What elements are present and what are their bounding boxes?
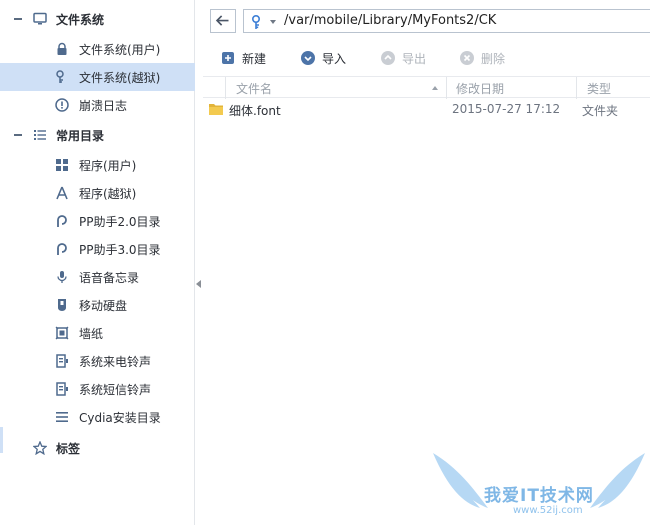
sidebar-item-wallpaper[interactable]: 墙纸: [0, 319, 195, 347]
sidebar-item-label: 墙纸: [79, 327, 104, 341]
sidebar-item-label: 崩溃日志: [79, 99, 128, 113]
file-type: 文件夹: [582, 104, 619, 118]
sidebar-item-cydia[interactable]: Cydia安装目录: [0, 403, 195, 431]
sidebar-item-apps-user[interactable]: 程序(用户): [0, 151, 195, 179]
monitor-icon: [33, 12, 47, 25]
sidebar-item-apps-jailbreak[interactable]: 程序(越狱): [0, 179, 195, 207]
sidebar-item-label: 文件系统(越狱): [79, 71, 161, 85]
export-button[interactable]: 导出: [380, 48, 440, 68]
collapse-icon[interactable]: [14, 134, 22, 136]
appstore-icon: [56, 186, 68, 200]
apps-grid-icon: [56, 159, 68, 171]
new-button-label: 新建: [242, 52, 267, 66]
sidebar-item-label: 语音备忘录: [79, 271, 140, 285]
column-separator[interactable]: [576, 77, 577, 99]
arrow-left-icon: [215, 15, 229, 26]
sidebar-item-crash-log[interactable]: 崩溃日志: [0, 91, 195, 119]
microphone-icon: [57, 271, 67, 283]
wallpaper-icon: [55, 326, 69, 340]
sidebar-item-mobile-disk[interactable]: 移动硬盘: [0, 291, 195, 319]
sidebar-item-label: 文件系统(用户): [79, 43, 161, 57]
lock-icon: [57, 42, 67, 55]
sidebar: 文件系统 文件系统(用户) 文件系统(越狱) 崩溃日志 常用目录 程序(用户) …: [0, 0, 195, 525]
folder-icon: [209, 104, 223, 115]
new-file-icon: [222, 52, 234, 64]
sidebar-item-sms-ringtones[interactable]: 系统短信铃声: [0, 375, 195, 403]
column-type[interactable]: 类型: [587, 80, 611, 97]
column-separator[interactable]: [225, 77, 226, 99]
section-common-dirs[interactable]: 常用目录: [0, 121, 195, 149]
file-name[interactable]: 细体.font: [229, 102, 281, 119]
toolbar: 新建 导入 导出 删除: [203, 42, 650, 74]
ringtone-icon: [56, 354, 68, 368]
watermark-text: 我爱IT技术网: [484, 486, 594, 506]
watermark: 我爱IT技术网 www.52ij.com: [428, 448, 650, 525]
main-pane: /var/mobile/Library/MyFonts2/CK 新建 导入 导出: [203, 0, 650, 525]
sidebar-item-voice-memos[interactable]: 语音备忘录: [0, 263, 195, 291]
star-icon: [33, 441, 47, 455]
delete-button-label: 删除: [481, 52, 506, 66]
sort-ascending-icon[interactable]: [432, 86, 438, 90]
sidebar-item-label: 系统来电铃声: [79, 355, 152, 369]
pp-icon: [57, 215, 67, 227]
section-file-system[interactable]: 文件系统: [0, 5, 195, 33]
file-row[interactable]: 细体.font 2015-07-27 17:12 文件夹: [203, 98, 650, 122]
section-label: 标签: [56, 442, 81, 456]
sidebar-item-label: 程序(越狱): [79, 187, 137, 201]
sidebar-item-label: 系统短信铃声: [79, 383, 152, 397]
import-button[interactable]: 导入: [300, 48, 360, 68]
collapse-icon[interactable]: [14, 18, 22, 20]
key-icon: [56, 70, 64, 83]
section-label: 常用目录: [56, 129, 105, 143]
new-button[interactable]: 新建: [220, 48, 280, 68]
import-icon: [301, 51, 315, 65]
sidebar-item-call-ringtones[interactable]: 系统来电铃声: [0, 347, 195, 375]
sidebar-item-label: PP助手3.0目录: [79, 243, 161, 257]
sms-tone-icon: [56, 382, 68, 396]
import-button-label: 导入: [322, 52, 347, 66]
address-row: /var/mobile/Library/MyFonts2/CK: [203, 0, 650, 40]
column-separator[interactable]: [446, 77, 447, 99]
dropdown-caret-icon[interactable]: [270, 20, 276, 24]
sidebar-item-filesystem-jailbreak[interactable]: 文件系统(越狱): [0, 63, 195, 91]
column-name[interactable]: 文件名: [236, 80, 272, 97]
section-label: 文件系统: [56, 13, 105, 27]
export-button-label: 导出: [402, 52, 427, 66]
address-path[interactable]: /var/mobile/Library/MyFonts2/CK: [284, 13, 496, 28]
drive-icon: [58, 299, 66, 311]
file-date: 2015-07-27 17:12: [452, 102, 561, 116]
key-icon[interactable]: [250, 14, 266, 30]
sidebar-item-label: 程序(用户): [79, 159, 137, 173]
list-icon: [34, 130, 46, 140]
menu-lines-icon: [56, 412, 68, 422]
delete-icon: [460, 51, 474, 65]
watermark-url: www.52ij.com: [513, 505, 583, 516]
sidebar-item-pp20[interactable]: PP助手2.0目录: [0, 207, 195, 235]
sidebar-item-label: Cydia安装目录: [79, 411, 161, 425]
address-bar[interactable]: /var/mobile/Library/MyFonts2/CK: [243, 9, 650, 33]
back-button[interactable]: [210, 9, 236, 33]
section-tags[interactable]: 标签: [0, 434, 195, 462]
column-header: 文件名 修改日期 类型: [203, 76, 650, 99]
export-icon: [381, 51, 395, 65]
delete-button[interactable]: 删除: [459, 48, 519, 68]
pp-icon: [57, 243, 67, 255]
sidebar-item-pp30[interactable]: PP助手3.0目录: [0, 235, 195, 263]
sidebar-item-label: PP助手2.0目录: [79, 215, 161, 229]
sidebar-item-label: 移动硬盘: [79, 299, 128, 313]
collapse-sidebar-arrow-icon[interactable]: [196, 280, 201, 288]
sidebar-item-filesystem-user[interactable]: 文件系统(用户): [0, 35, 195, 63]
scroll-indicator: [0, 427, 3, 453]
alert-icon: [55, 98, 69, 112]
column-date[interactable]: 修改日期: [456, 80, 504, 97]
